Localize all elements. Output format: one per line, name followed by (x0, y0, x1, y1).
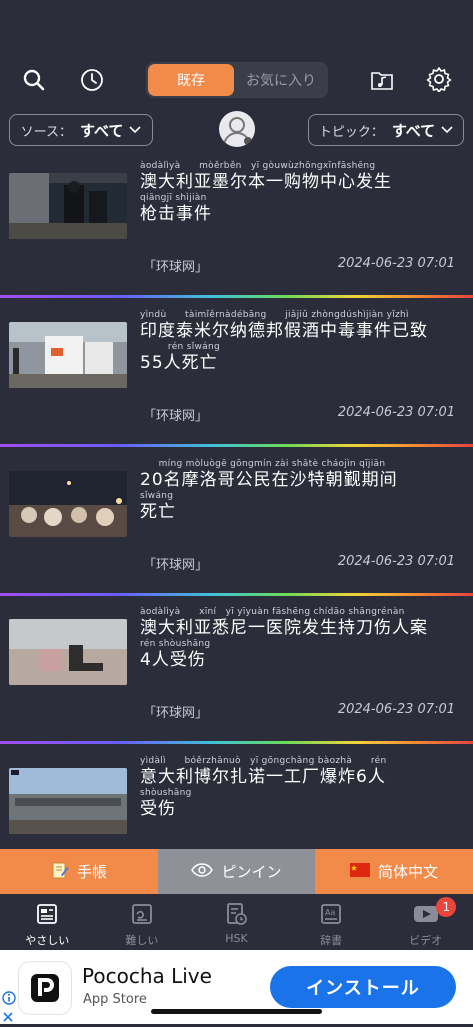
pinyin: sǐwáng (140, 491, 174, 501)
news-item[interactable]: àodàlìyà mòěrběn yī gòuwùzhōngxīnfāshēng… (0, 150, 473, 298)
news-thumbnail (9, 173, 127, 239)
tab-label: やさしい (25, 934, 70, 947)
news-title: 意大利博尔扎诺一工厂爆炸6人 (140, 767, 386, 787)
pinyin: àodàlìyà mòěrběn yī gòuwùzhōngxīnfāshēng (140, 161, 376, 171)
tab-favorites[interactable]: お気に入り (236, 64, 326, 96)
chevron-down-icon (441, 123, 453, 138)
ad-subtitle: App Store (83, 992, 147, 1007)
notebook-icon (51, 861, 69, 883)
china-flag-icon (349, 862, 370, 881)
news-source: 「环球网」 (143, 409, 209, 424)
pinyin: qiāngjī shìjiàn (140, 193, 207, 203)
tab-label: ビデオ (409, 934, 443, 947)
pinyin: shòushāng (140, 788, 192, 798)
topic-filter[interactable]: トピック： すべて (308, 114, 464, 146)
news-title: 死亡 (140, 502, 176, 522)
notification-badge: 1 (436, 897, 457, 917)
source-filter-value: すべて (80, 121, 124, 140)
topic-filter-value: すべて (391, 121, 436, 140)
chevron-down-icon (129, 123, 141, 138)
divider (0, 741, 473, 744)
news-item[interactable]: míng mòluògē gōngmín zài shātè cháojìn q… (0, 448, 473, 596)
language-button[interactable]: 简体中文 (315, 849, 473, 894)
news-title: 4人受伤 (140, 650, 206, 670)
news-date: 2024-06-23 07:01 (337, 256, 455, 271)
tab-video[interactable]: ビデオ 1 (378, 894, 473, 950)
news-date: 2024-06-23 07:01 (337, 702, 455, 717)
news-thumbnail (9, 322, 127, 388)
notebook-label: 手帳 (76, 863, 107, 881)
pinyin: rén sǐwáng (140, 342, 220, 352)
history-icon[interactable] (77, 65, 107, 95)
avatar[interactable] (219, 111, 255, 147)
video-play-icon (413, 902, 439, 929)
news-item[interactable]: yìdàlì bóěrzhānuò yī gōngchǎng bàozhà ré… (0, 745, 473, 849)
install-button[interactable]: インストール (270, 966, 456, 1008)
news-title: 受伤 (140, 799, 176, 819)
news-title: 枪击事件 (140, 204, 212, 224)
news-date: 2024-06-23 07:01 (337, 405, 455, 420)
news-title: 澳大利亚墨尔本一购物中心发生 (140, 172, 392, 192)
gear-icon[interactable] (424, 64, 454, 94)
news-date: 2024-06-23 07:01 (337, 554, 455, 569)
dictionary-icon: Aa (319, 902, 343, 929)
tab-dictionary[interactable]: Aa 辞書 (284, 894, 379, 950)
news-source: 「环球网」 (143, 260, 209, 275)
pinyin-label: ピンイン (221, 863, 282, 881)
pinyin: rén shòushāng (140, 639, 211, 649)
eye-icon (191, 862, 214, 881)
language-label: 简体中文 (377, 863, 438, 881)
news-thumbnail (9, 768, 127, 834)
pinyin: míng mòluògē gōngmín zài shātè cháojìn q… (140, 459, 386, 469)
pinyin: àodàlìyà xīní yī yīyuàn fāshēng chídāo s… (140, 607, 405, 617)
news-thumbnail (9, 471, 127, 537)
tab-label: 辞書 (320, 934, 343, 947)
news-source: 「环球网」 (143, 558, 209, 573)
news-title: 澳大利亚悉尼一医院发生持刀伤人案 (140, 618, 428, 638)
app-logo-icon (18, 961, 72, 1015)
svg-text:Aa: Aa (325, 908, 335, 917)
topic-filter-label: トピック： (318, 124, 384, 140)
news-icon (35, 902, 59, 929)
ad-close-icon[interactable] (2, 1008, 16, 1022)
news-title: 20名摩洛哥公民在沙特朝觐期间 (140, 470, 398, 490)
news-item[interactable]: yìndù tàimǐěrnàdébāng jiǎjiǔ zhòngdúshìj… (0, 299, 473, 447)
music-folder-icon[interactable] (367, 65, 397, 95)
pinyin-toggle[interactable]: ピンイン (158, 849, 315, 894)
search-icon[interactable] (20, 66, 48, 94)
ad-info-icon[interactable] (2, 990, 16, 1005)
notebook-button[interactable]: 手帳 (0, 849, 158, 894)
news-icon (130, 902, 154, 929)
source-filter[interactable]: ソース： すべて (9, 114, 153, 146)
tab-label: 難しい (125, 934, 159, 947)
tab-hsk[interactable]: HSK (189, 894, 284, 950)
divider (0, 295, 473, 298)
source-filter-label: ソース： (20, 124, 72, 140)
news-thumbnail (9, 619, 127, 685)
document-clock-icon (224, 902, 248, 929)
tab-label: HSK (225, 932, 248, 945)
home-indicator (151, 1009, 322, 1014)
news-item[interactable]: àodàlìyà xīní yī yīyuàn fāshēng chídāo s… (0, 596, 473, 744)
ad-title: Pococha Live (82, 964, 212, 988)
pinyin: yìdàlì bóěrzhānuò yī gōngchǎng bàozhà ré… (140, 756, 387, 766)
tab-easy[interactable]: やさしい (0, 894, 95, 950)
news-title: 55人死亡 (140, 353, 218, 373)
tab-existing[interactable]: 既存 (148, 64, 234, 96)
news-title: 印度泰米尔纳德邦假酒中毒事件已致 (140, 321, 428, 341)
tab-hard[interactable]: 難しい (95, 894, 190, 950)
divider (0, 444, 473, 447)
news-source: 「环球网」 (143, 706, 209, 721)
pinyin: yìndù tàimǐěrnàdébāng jiǎjiǔ zhòngdúshìj… (140, 310, 409, 320)
